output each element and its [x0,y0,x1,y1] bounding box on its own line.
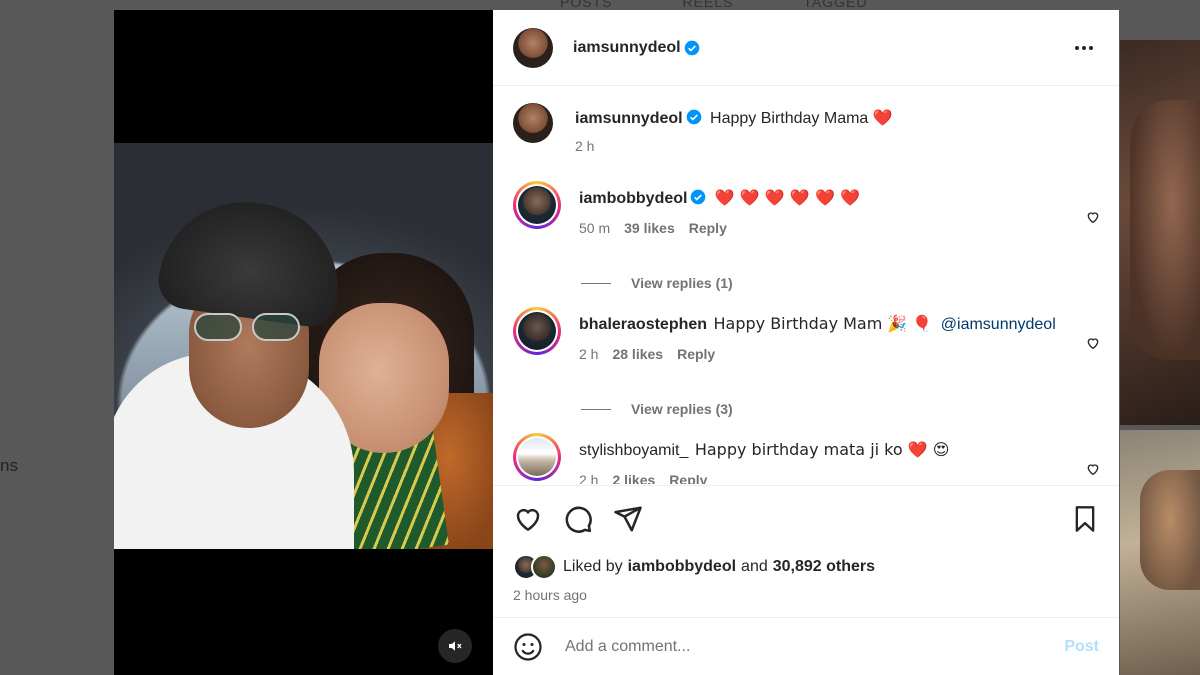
commenter-avatar [518,186,556,224]
view-replies-button[interactable]: View replies (1) [581,275,733,291]
bookmark-icon[interactable] [1071,504,1099,534]
post-header: iamsunnydeol [493,10,1119,86]
background-tab-tagged[interactable]: TAGGED [803,0,867,10]
caption-time[interactable]: 2 h [575,138,594,154]
reply-button[interactable]: Reply [669,472,707,484]
background-post-thumbnail[interactable] [1120,430,1200,675]
post-side-panel: iamsunnydeol iamsunnydeol Happy Birthday… [493,10,1119,675]
caption-text: Happy Birthday Mama [710,110,869,127]
author-avatar[interactable] [513,27,553,68]
post-media[interactable] [114,10,493,675]
comment-text: ❤️ ❤️ ❤️ ❤️ ❤️ ❤️ [714,188,860,207]
author-username[interactable]: iamsunnydeol [573,39,681,57]
comment-input[interactable] [565,637,1065,656]
comment-item: stylishboyamit_ Happy birthday mata ji k… [493,433,1119,484]
comment-like-heart-icon[interactable] [1085,461,1101,477]
background-tab-label: TAGGED [803,0,868,10]
post-comment-button[interactable]: Post [1064,638,1099,656]
commenter-username[interactable]: stylishboyamit_ [579,442,688,459]
background-tab-posts[interactable]: POSTS [560,0,612,10]
comment-icon[interactable] [563,504,593,534]
comment-time[interactable]: 50 m [579,220,610,236]
reply-button[interactable]: Reply [689,220,727,236]
comment-item: iambobbydeol ❤️ ❤️ ❤️ ❤️ ❤️ ❤️ 50 m 39 l… [493,181,1119,236]
commenter-username[interactable]: bhaleraostephen [579,316,707,333]
comment-likes[interactable]: 28 likes [612,346,663,362]
view-replies-label: View replies (3) [631,401,733,417]
more-icon [1075,46,1079,50]
comment-text: Happy birthday mata ji ko ❤️ 😍 [694,440,950,459]
verified-icon [686,109,701,125]
comment-likes[interactable]: 39 likes [624,220,675,236]
reply-button[interactable]: Reply [677,346,715,362]
background-post-thumbnail[interactable] [1120,40,1200,425]
view-replies-button[interactable]: View replies (3) [581,401,733,417]
comment-like-heart-icon[interactable] [1085,209,1101,225]
liked-by-avatars [513,554,557,580]
background-tab-reels[interactable]: REELS [682,0,733,10]
emoji-icon[interactable] [513,632,543,662]
heart-emoji: ❤️ [872,108,893,127]
share-icon[interactable] [613,504,643,534]
caption: iamsunnydeol Happy Birthday Mama ❤️ 2 h [493,103,1119,154]
comments-list[interactable]: iamsunnydeol Happy Birthday Mama ❤️ 2 h … [493,87,1119,484]
liked-by-others[interactable]: 30,892 others [773,558,875,576]
caption-username[interactable]: iamsunnydeol [575,110,683,127]
post-modal: iamsunnydeol iamsunnydeol Happy Birthday… [114,10,1119,675]
comment-time[interactable]: 2 h [579,346,598,362]
liked-by-prefix: Liked by [563,558,623,575]
post-actions: Liked by iambobbydeol and 30,892 others … [493,485,1119,617]
commenter-username[interactable]: iambobbydeol [579,190,687,207]
comment-composer: Post [493,617,1119,675]
caption-avatar[interactable] [513,103,553,143]
post-timestamp[interactable]: 2 hours ago [513,587,587,603]
commenter-avatar [518,438,556,476]
background-tab-label: POSTS [560,0,613,10]
comment-time[interactable]: 2 h [579,472,598,484]
more-options-button[interactable] [1073,38,1095,58]
comment-like-heart-icon[interactable] [1085,335,1101,351]
verified-icon [684,40,699,55]
liked-by-user[interactable]: iambobbydeol [628,558,736,576]
commenter-avatar-story-ring[interactable] [513,433,561,481]
mute-button[interactable] [438,629,472,663]
liker-avatar [531,554,557,580]
background-tab-label: REELS [682,0,734,10]
liked-by-and: and [741,558,768,575]
comment-text: Happy Birthday Mam 🎉 🎈 [713,314,933,333]
comment-item: bhaleraostephen Happy Birthday Mam 🎉 🎈 @… [493,307,1119,362]
comment-likes[interactable]: 2 likes [612,472,655,484]
commenter-avatar [518,312,556,350]
background-profile-tabs: POSTS REELS TAGGED [560,0,867,10]
mention-link[interactable]: @iamsunnydeol [941,316,1056,333]
liked-by-summary[interactable]: Liked by iambobbydeol and 30,892 others [513,554,875,580]
like-heart-icon[interactable] [513,504,543,534]
view-replies-label: View replies (1) [631,275,733,291]
mute-icon [449,641,462,651]
verified-icon [691,189,706,205]
commenter-avatar-story-ring[interactable] [513,181,561,229]
post-photo [114,143,493,549]
commenter-avatar-story-ring[interactable] [513,307,561,355]
background-sidebar-text: ns [0,456,18,475]
